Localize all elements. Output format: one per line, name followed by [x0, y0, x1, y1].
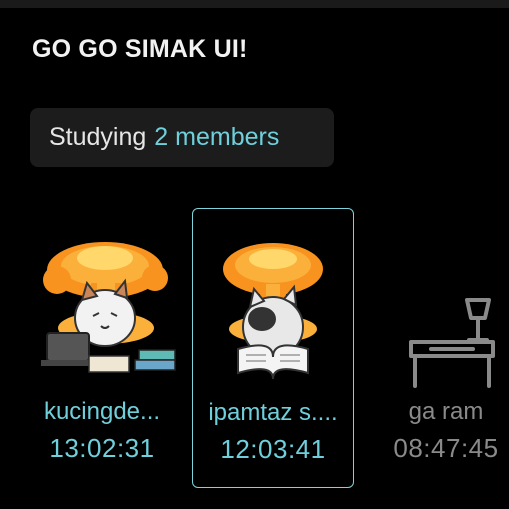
member-name: kucingde...: [43, 398, 161, 425]
study-timer: 13:02:31: [49, 433, 155, 463]
empty-desk-lamp-icon: [371, 228, 509, 388]
study-group-screen: GO GO SIMAK UI! Studying 2 members kucin…: [0, 0, 509, 509]
top-bar: [0, 0, 509, 8]
member-card-kucingde[interactable]: kucingde... 13:02:31: [21, 208, 183, 488]
member-name: ga ram: [408, 398, 484, 425]
member-name: ipamtaz s....: [208, 399, 338, 426]
study-timer: 12:03:41: [220, 434, 326, 464]
cat-explosion-avatar: [198, 229, 348, 389]
status-label: Studying: [49, 123, 147, 151]
member-card-ga-ram[interactable]: ga ram 08:47:45: [365, 208, 509, 488]
cat-explosion-avatar: [27, 228, 177, 388]
group-title: GO GO SIMAK UI!: [32, 35, 248, 63]
member-count[interactable]: 2 members: [154, 123, 279, 152]
member-card-ipamtaz[interactable]: ipamtaz s.... 12:03:41: [192, 208, 354, 488]
studying-status-badge[interactable]: Studying 2 members: [30, 108, 334, 167]
study-timer: 08:47:45: [393, 433, 499, 463]
